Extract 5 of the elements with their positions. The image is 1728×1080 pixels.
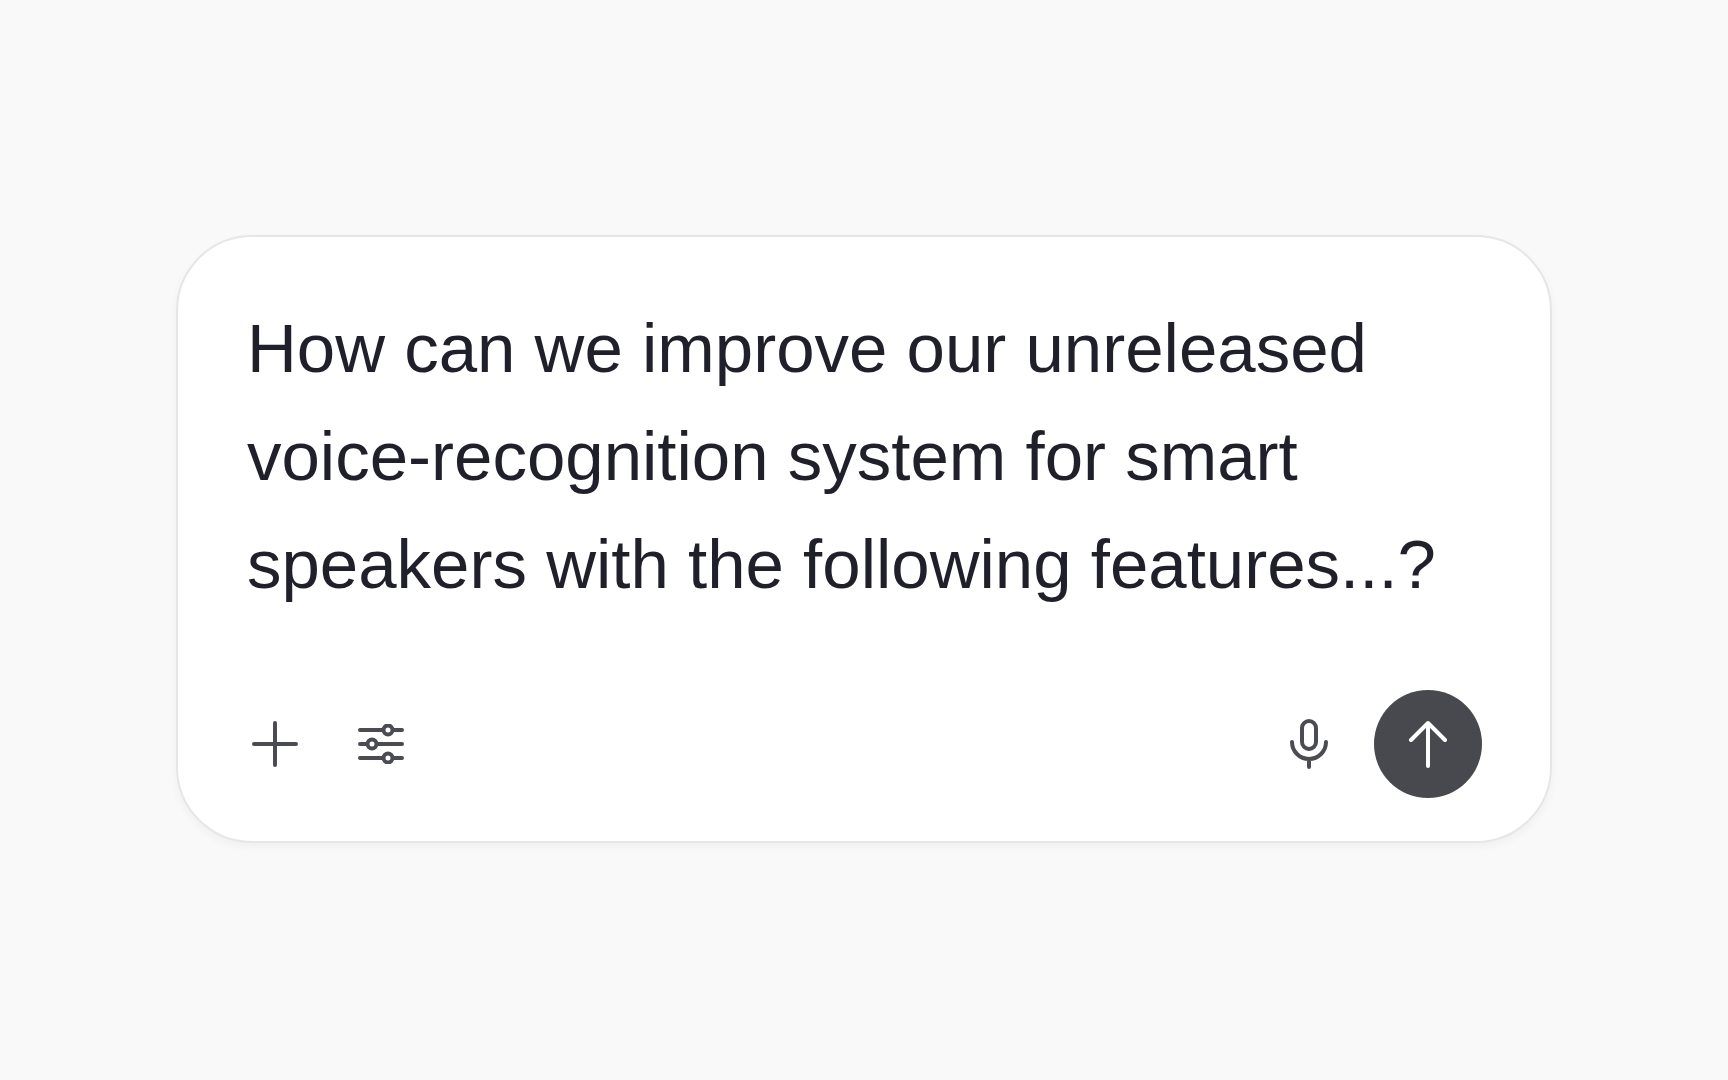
add-button[interactable] bbox=[251, 720, 299, 768]
plus-icon bbox=[252, 721, 298, 767]
sliders-icon bbox=[358, 724, 404, 764]
arrow-up-icon bbox=[1408, 720, 1448, 768]
microphone-icon bbox=[1289, 719, 1329, 769]
